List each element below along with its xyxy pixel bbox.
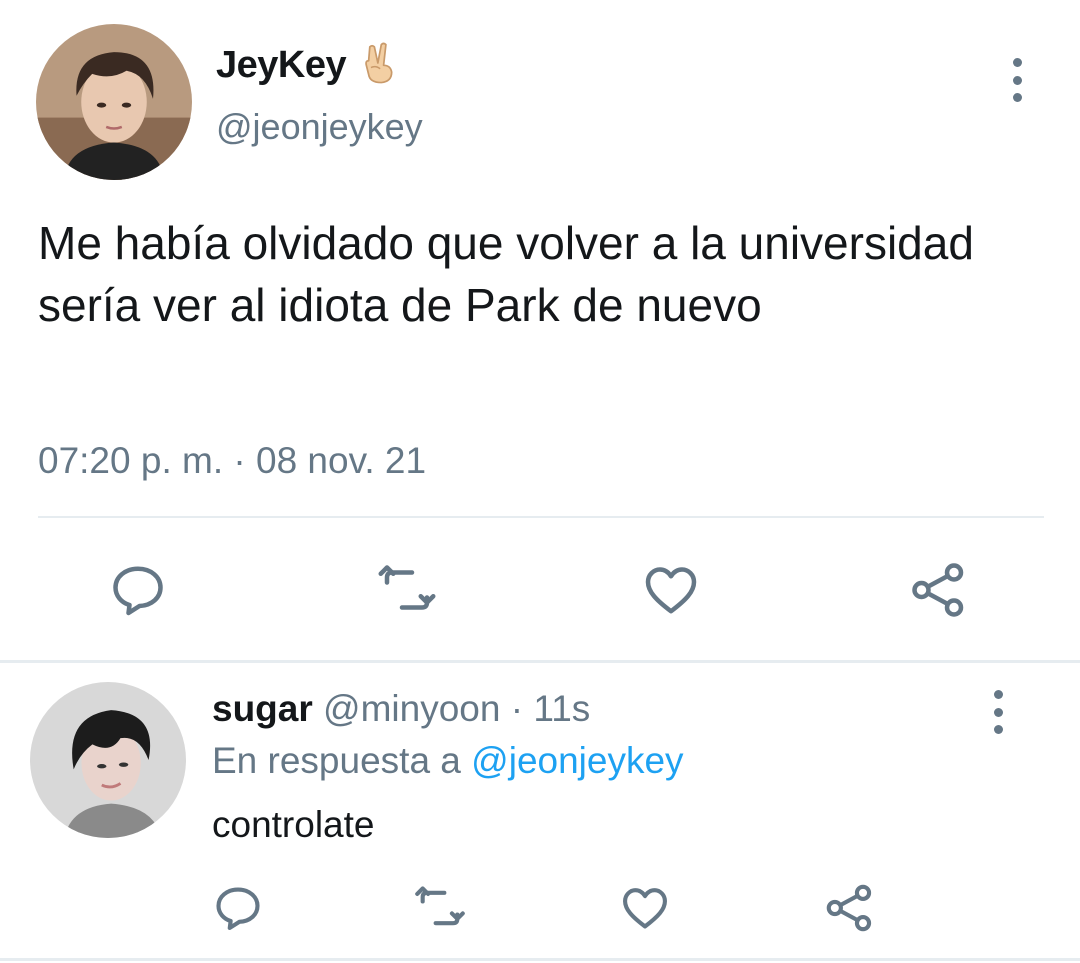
time-ago[interactable]: 11s xyxy=(533,688,590,729)
avatar[interactable] xyxy=(36,24,192,180)
share-button[interactable] xyxy=(909,560,969,620)
more-options-icon[interactable] xyxy=(1007,58,1027,102)
retweet-button[interactable] xyxy=(414,882,466,934)
retweet-button[interactable] xyxy=(377,560,437,620)
timestamp[interactable]: 07:20 p. m. · 08 nov. 21 xyxy=(38,440,426,482)
reply-button[interactable] xyxy=(212,882,264,934)
display-name[interactable]: sugar xyxy=(212,688,313,729)
reply-header: sugar @minyoon · 11s xyxy=(212,688,590,730)
retweet-icon xyxy=(378,565,436,610)
retweet-icon xyxy=(415,886,465,926)
avatar[interactable] xyxy=(30,682,186,838)
share-icon xyxy=(912,563,964,617)
reply-icon xyxy=(113,566,163,616)
avatar-image xyxy=(30,682,186,838)
handle[interactable]: @minyoon xyxy=(323,688,500,729)
share-icon xyxy=(826,884,872,932)
reply-button[interactable] xyxy=(108,560,168,620)
tweet-text: controlate xyxy=(212,804,375,845)
avatar-image xyxy=(36,24,192,180)
like-icon xyxy=(645,567,697,614)
reply-icon xyxy=(216,887,260,930)
like-icon xyxy=(623,888,667,929)
share-button[interactable] xyxy=(824,882,876,934)
more-options-icon[interactable] xyxy=(988,690,1008,734)
tweet-text: Me había olvidado que volver a la univer… xyxy=(38,217,974,331)
like-button[interactable] xyxy=(619,882,671,934)
main-tweet: JeyKey @jeonjeykey Me había olvidado que… xyxy=(0,0,1080,660)
victory-hand-emoji-icon xyxy=(365,42,393,84)
section-divider xyxy=(0,660,1080,663)
bottom-divider xyxy=(0,958,1080,961)
display-name[interactable]: JeyKey xyxy=(216,44,347,87)
reply-prefix: En respuesta a xyxy=(212,740,461,781)
divider xyxy=(38,516,1044,518)
handle[interactable]: @jeonjeykey xyxy=(216,106,423,148)
reply-mention-link[interactable]: @jeonjeykey xyxy=(471,740,683,781)
separator: · xyxy=(510,688,524,729)
like-button[interactable] xyxy=(641,560,701,620)
reply-context: En respuesta a @jeonjeykey xyxy=(212,740,684,782)
